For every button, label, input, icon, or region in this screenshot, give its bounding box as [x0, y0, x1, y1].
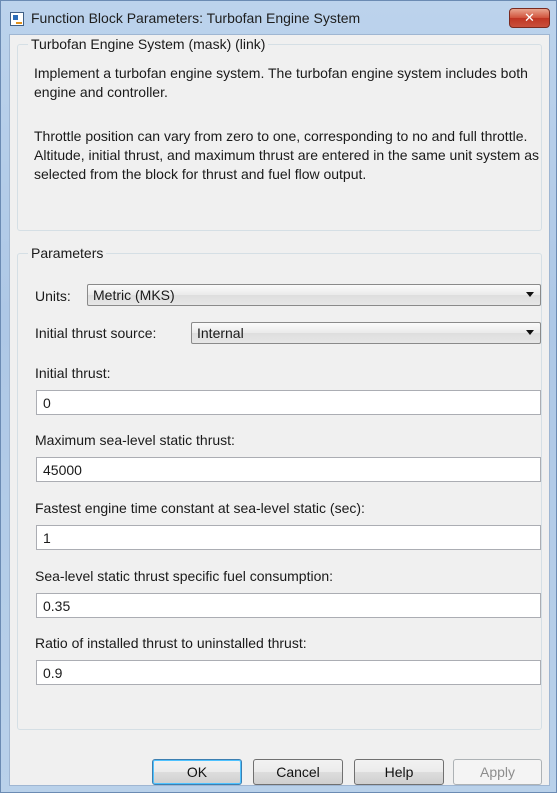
window-title: Function Block Parameters: Turbofan Engi… [31, 10, 361, 26]
apply-button[interactable]: Apply [453, 759, 542, 785]
cancel-button[interactable]: Cancel [253, 759, 343, 785]
description-paragraph-1: Implement a turbofan engine system. The … [34, 65, 528, 100]
dialog-window: Function Block Parameters: Turbofan Engi… [0, 0, 557, 793]
close-button[interactable]: ✕ [509, 8, 550, 28]
mask-description-group: Turbofan Engine System (mask) (link) Imp… [17, 36, 542, 231]
installed-ratio-label: Ratio of installed thrust to uninstalled… [35, 635, 307, 651]
dialog-content: Turbofan Engine System (mask) (link) Imp… [9, 34, 550, 786]
initial-thrust-field[interactable]: 0 [36, 390, 541, 415]
units-dropdown[interactable]: Metric (MKS) [87, 284, 541, 306]
installed-ratio-field[interactable]: 0.9 [36, 660, 541, 685]
max-thrust-field[interactable]: 45000 [36, 457, 541, 482]
chevron-down-icon [526, 330, 534, 335]
ok-button[interactable]: OK [152, 759, 242, 785]
installed-ratio-value: 0.9 [43, 665, 63, 681]
units-value: Metric (MKS) [93, 287, 175, 303]
tsfc-value: 0.35 [43, 598, 71, 614]
max-thrust-value: 45000 [43, 462, 82, 478]
initial-thrust-source-value: Internal [197, 325, 244, 341]
simulink-block-icon [10, 12, 24, 26]
max-thrust-label: Maximum sea-level static thrust: [35, 432, 235, 448]
initial-thrust-value: 0 [43, 395, 51, 411]
initial-thrust-label: Initial thrust: [35, 365, 111, 381]
units-label: Units: [35, 288, 71, 304]
initial-thrust-source-dropdown[interactable]: Internal [191, 322, 541, 344]
time-constant-field[interactable]: 1 [36, 525, 541, 550]
description-paragraph-2: Throttle position can vary from zero to … [34, 128, 540, 182]
parameters-legend: Parameters [28, 245, 107, 261]
mask-legend: Turbofan Engine System (mask) (link) [28, 36, 269, 52]
help-button[interactable]: Help [354, 759, 444, 785]
time-constant-label: Fastest engine time constant at sea-leve… [35, 500, 365, 516]
title-bar[interactable]: Function Block Parameters: Turbofan Engi… [1, 1, 556, 35]
time-constant-value: 1 [43, 530, 51, 546]
tsfc-label: Sea-level static thrust specific fuel co… [35, 568, 334, 584]
chevron-down-icon [526, 292, 534, 297]
tsfc-field[interactable]: 0.35 [36, 593, 541, 618]
initial-thrust-source-label: Initial thrust source: [35, 325, 157, 341]
